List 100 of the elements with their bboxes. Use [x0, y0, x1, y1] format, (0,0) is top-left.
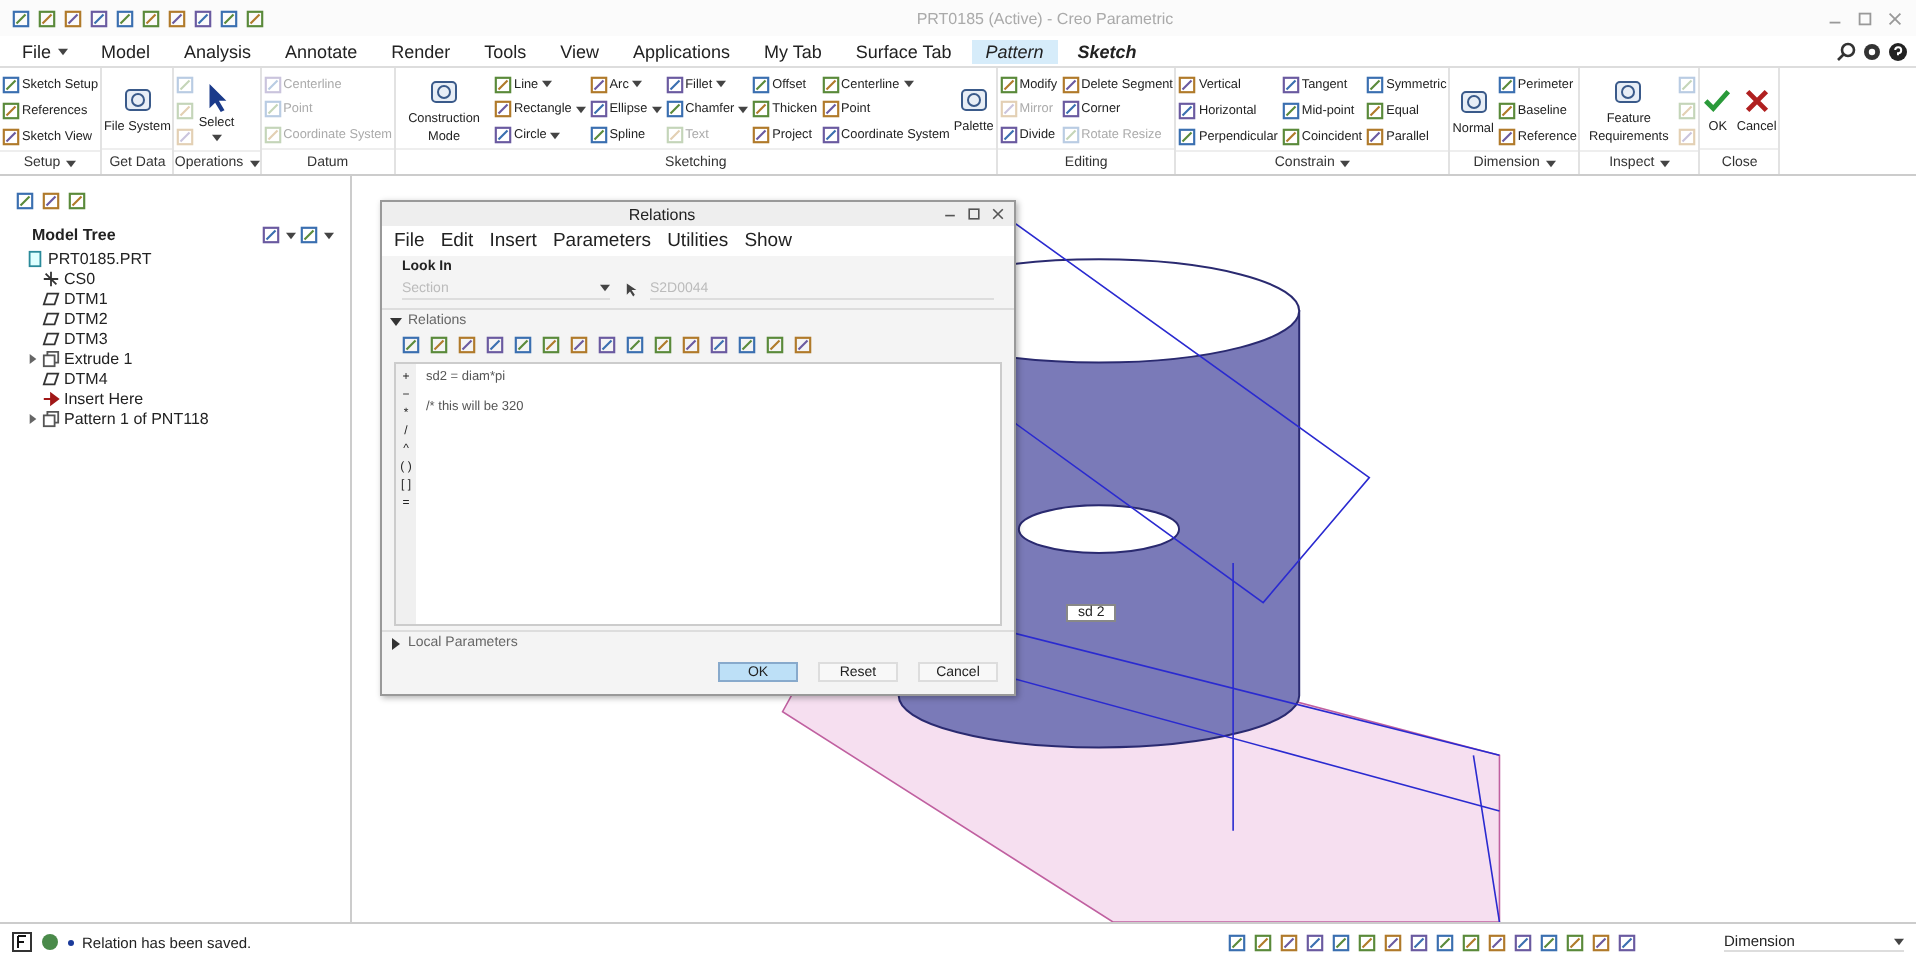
caret-icon [542, 80, 553, 89]
check-icon [1702, 85, 1733, 115]
expand-icon[interactable] [28, 413, 38, 423]
ribbon-tab[interactable]: Tools [470, 39, 541, 63]
search-icon[interactable] [1836, 41, 1856, 61]
ribbon-tab[interactable]: Surface Tab [841, 39, 966, 63]
tool-icon [1497, 102, 1516, 120]
tool-icon [589, 75, 608, 94]
tool-icon [90, 9, 108, 27]
ribbon-tab[interactable]: Analysis [170, 39, 266, 63]
tree-item[interactable]: CS0 [64, 269, 96, 287]
font-icon[interactable] [12, 932, 32, 952]
caret-icon [1660, 159, 1671, 167]
caret-icon [716, 80, 727, 89]
tool-icon [654, 336, 672, 354]
menu-item[interactable]: Utilities [667, 230, 729, 252]
close-icon[interactable] [990, 206, 1007, 222]
tool-icon [486, 336, 504, 354]
tool-icon [665, 100, 684, 119]
tool-icon [494, 75, 513, 94]
tool-icon [42, 192, 60, 210]
tool-icon [626, 336, 644, 354]
tool-icon [168, 9, 186, 27]
tool-icon [68, 192, 86, 210]
tool-icon [957, 84, 990, 116]
tool-icon [1592, 933, 1610, 951]
caret-icon [632, 80, 643, 89]
tree-item[interactable]: DTM3 [64, 329, 108, 347]
tool-icon [1566, 933, 1584, 951]
tool-icon [194, 9, 212, 27]
tool-icon [121, 84, 154, 116]
gear-icon[interactable] [1862, 41, 1882, 61]
maximize-icon[interactable] [1856, 9, 1874, 27]
tool-icon [598, 336, 616, 354]
arrow-icon [42, 389, 60, 407]
tree-item[interactable]: Pattern 1 of PNT118 [64, 409, 209, 427]
tool-icon [1366, 76, 1385, 94]
tool-icon [1514, 933, 1532, 951]
ribbon-tab[interactable]: My Tab [750, 39, 836, 63]
tree-item[interactable]: DTM2 [64, 309, 108, 327]
expand-icon[interactable] [28, 353, 38, 363]
tree-item[interactable]: Insert Here [64, 389, 144, 407]
axes-icon [42, 269, 60, 287]
ribbon-tab[interactable]: Model [87, 39, 165, 63]
tool-icon [430, 336, 448, 354]
tool-icon [1178, 102, 1197, 120]
menu-item[interactable]: Show [744, 230, 792, 252]
tool-icon [752, 75, 771, 94]
caret-icon [600, 284, 610, 292]
tool-icon [300, 226, 318, 244]
menu-item[interactable]: Insert [489, 230, 537, 252]
caret-icon [66, 159, 77, 167]
maximize-icon[interactable] [966, 206, 983, 222]
tool-icon [494, 126, 513, 145]
menu-item[interactable]: Edit [440, 230, 474, 252]
tool-icon [821, 100, 840, 119]
ribbon-tab[interactable]: Annotate [271, 39, 372, 63]
ribbon-tab[interactable]: Applications [618, 39, 745, 63]
tool-icon [1540, 933, 1558, 951]
tool-icon [176, 128, 195, 146]
plane-icon [42, 369, 60, 387]
cursor-icon[interactable] [622, 281, 638, 297]
tool-icon [821, 126, 840, 145]
tool-icon [999, 100, 1018, 119]
tool-icon [1488, 933, 1506, 951]
tool-icon [38, 9, 56, 27]
tool-icon [1497, 128, 1516, 146]
tool-icon [1281, 128, 1300, 146]
menu-item[interactable]: File [394, 230, 425, 252]
part-icon [26, 249, 44, 267]
tool-icon [1281, 76, 1300, 94]
tree-item[interactable]: Extrude 1 [64, 349, 133, 367]
menu-item[interactable]: Parameters [552, 230, 652, 252]
tool-icon [1061, 75, 1080, 94]
ribbon-tab[interactable]: View [546, 39, 613, 63]
tool-icon [176, 76, 195, 94]
tree-item[interactable]: DTM4 [64, 369, 108, 387]
tool-icon [1384, 933, 1402, 951]
tool-icon [458, 336, 476, 354]
tool-icon [1618, 933, 1636, 951]
close-icon[interactable] [1886, 9, 1904, 27]
help-icon[interactable] [1888, 41, 1908, 61]
collapse-icon[interactable] [390, 315, 402, 327]
tool-icon [682, 336, 700, 354]
tool-icon [263, 75, 282, 94]
caret-icon [249, 159, 260, 167]
tree-item[interactable]: DTM1 [64, 289, 108, 307]
tool-icon [2, 102, 20, 120]
tool-icon [570, 336, 588, 354]
tree-item[interactable]: PRT0185.PRT [48, 249, 152, 267]
ribbon-tab[interactable]: File [8, 39, 82, 63]
globe-icon[interactable] [40, 932, 60, 952]
tool-icon [1436, 933, 1454, 951]
tool-icon [262, 226, 280, 244]
tool-icon [1061, 126, 1080, 145]
ribbon-tab[interactable]: Render [377, 39, 465, 63]
tool-icon [1678, 76, 1697, 94]
tool-icon [794, 336, 812, 354]
expand-icon[interactable] [390, 637, 402, 649]
ribbon-tab[interactable]: Pattern [971, 39, 1058, 63]
